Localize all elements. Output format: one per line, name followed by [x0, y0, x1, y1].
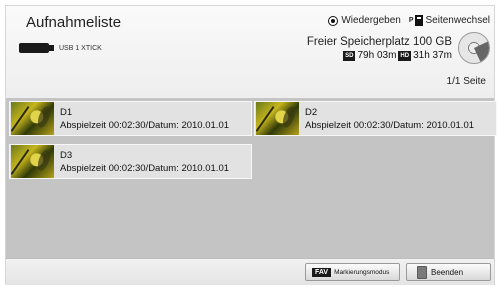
legend-page: P Seitenwechsel	[409, 15, 490, 26]
storage-disc-icon	[458, 32, 490, 64]
usb-label: USB 1 XTICK	[59, 44, 102, 52]
page-counter: 1/1 Seite	[446, 76, 486, 87]
mark-mode-button[interactable]: FAV Markierungsmodus	[305, 263, 400, 281]
recording-name: D2	[305, 106, 318, 118]
exit-icon	[417, 265, 427, 279]
storage-info: Freier Speicherplatz 100 GB SD 79h 03m H…	[307, 36, 452, 61]
usb-icon	[19, 43, 54, 53]
free-space: Freier Speicherplatz 100 GB	[306, 36, 452, 48]
button-legend: Wiedergeben P Seitenwechsel	[321, 15, 490, 26]
recording-name: D1	[60, 106, 73, 118]
exit-button[interactable]: Beenden	[406, 263, 491, 281]
recording-list-window: Aufnahmeliste USB 1 XTICK Wiedergeben P …	[5, 5, 497, 285]
exit-label: Beenden	[431, 267, 464, 277]
recording-item[interactable]: D3 Abspielzeit 00:02:30/Datum: 2010.01.0…	[9, 144, 252, 179]
remaining-times: SD 79h 03m HD 31h 37m	[307, 50, 452, 61]
recording-info: Abspielzeit 00:02:30/Datum: 2010.01.01	[60, 162, 230, 174]
page-title: Aufnahmeliste	[26, 14, 122, 31]
recording-info: Abspielzeit 00:02:30/Datum: 2010.01.01	[305, 119, 475, 131]
sd-time: 79h 03m	[357, 50, 397, 61]
hd-time: 31h 37m	[413, 50, 452, 61]
recording-thumbnail	[256, 102, 299, 135]
sd-badge: SD	[343, 50, 356, 61]
recording-info: Abspielzeit 00:02:30/Datum: 2010.01.01	[60, 119, 230, 131]
recording-list: D1 Abspielzeit 00:02:30/Datum: 2010.01.0…	[6, 98, 497, 258]
legend-page-label: Seitenwechsel	[425, 15, 490, 26]
recording-name: D3	[60, 149, 73, 161]
hd-badge: HD	[398, 50, 412, 61]
fav-badge: FAV	[312, 267, 332, 277]
recording-item[interactable]: D1 Abspielzeit 00:02:30/Datum: 2010.01.0…	[9, 101, 252, 136]
header: Aufnahmeliste USB 1 XTICK Wiedergeben P …	[6, 6, 494, 99]
mark-mode-label: Markierungsmodus	[334, 268, 390, 276]
ok-button-icon	[329, 16, 338, 25]
recording-thumbnail	[11, 145, 54, 178]
usb-device: USB 1 XTICK	[19, 43, 102, 53]
footer-bar: FAV Markierungsmodus Beenden	[6, 258, 494, 285]
recording-thumbnail	[11, 102, 54, 135]
page-p-icon: P	[408, 17, 414, 24]
legend-play-label: Wiedergeben	[341, 15, 401, 26]
legend-play: Wiedergeben	[329, 15, 401, 26]
page-change-icon	[414, 15, 423, 26]
recording-item[interactable]: D2 Abspielzeit 00:02:30/Datum: 2010.01.0…	[254, 101, 497, 136]
